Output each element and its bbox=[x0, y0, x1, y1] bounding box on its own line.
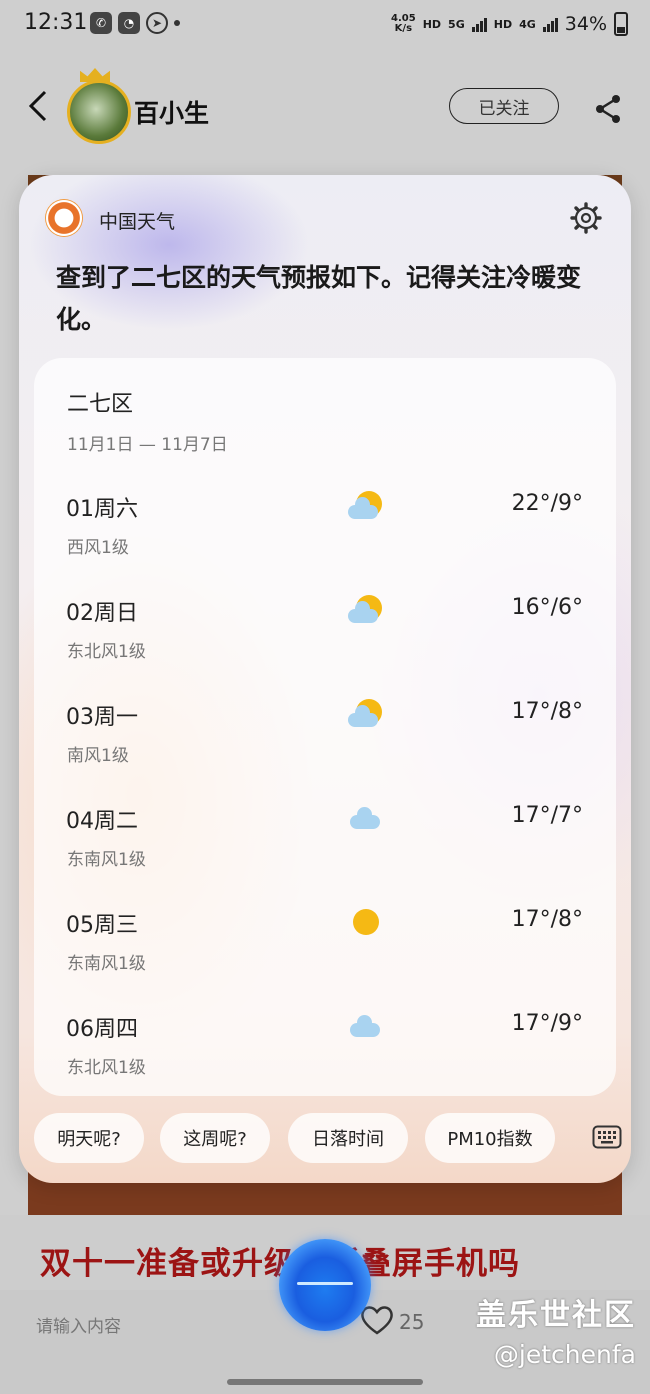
chip-this-week[interactable]: 这周呢? bbox=[160, 1113, 270, 1163]
forecast-day-row: 02周日 东北风1级 16°/6° bbox=[34, 595, 616, 699]
source-name: 中国天气 bbox=[99, 211, 176, 233]
day-label: 03周一 bbox=[66, 705, 138, 730]
post-header: 百小生 已关注 bbox=[0, 60, 650, 160]
chip-pm10[interactable]: PM10指数 bbox=[425, 1113, 555, 1163]
partly-cloudy-icon bbox=[348, 697, 384, 731]
chip-sunset[interactable]: 日落时间 bbox=[288, 1113, 408, 1163]
day-wind: 东北风1级 bbox=[67, 642, 146, 662]
assistant-answer: 查到了二七区的天气预报如下。记得关注冷暖变化。 bbox=[56, 263, 582, 334]
clock-notification-icon: ◔ bbox=[118, 12, 140, 34]
day-temp: 17°/7° bbox=[511, 803, 583, 828]
bixby-voice-orb-icon[interactable] bbox=[279, 1239, 371, 1331]
status-time: 12:31 bbox=[24, 10, 88, 35]
hd-label: HD bbox=[422, 17, 442, 31]
forecast-location: 二七区 bbox=[67, 392, 134, 417]
day-label: 06周四 bbox=[66, 1017, 138, 1042]
signal-icon-2 bbox=[542, 16, 558, 32]
gear-icon[interactable] bbox=[569, 201, 603, 239]
chip-tomorrow[interactable]: 明天呢? bbox=[34, 1113, 144, 1163]
partly-cloudy-icon bbox=[348, 489, 384, 523]
back-arrow-icon[interactable] bbox=[28, 90, 48, 128]
battery-percent: 34% bbox=[564, 13, 607, 35]
day-temp: 17°/8° bbox=[511, 699, 583, 724]
sun-icon bbox=[348, 905, 384, 939]
suggestion-chips: 明天呢? 这周呢? 日落时间 PM10指数 bbox=[34, 1113, 631, 1165]
day-label: 01周六 bbox=[66, 497, 138, 522]
notification-icons: ✆ ◔ ➤ bbox=[90, 12, 180, 34]
day-temp: 22°/9° bbox=[511, 491, 583, 516]
day-temp: 16°/6° bbox=[511, 595, 583, 620]
compass-notification-icon: ➤ bbox=[146, 12, 168, 34]
day-label: 05周三 bbox=[66, 913, 138, 938]
comment-input[interactable]: 请输入内容 bbox=[36, 1312, 121, 1337]
day-wind: 东南风1级 bbox=[67, 850, 146, 870]
forecast-day-row: 06周四 东北风1级 17°/9° bbox=[34, 1011, 616, 1115]
status-bar: 12:31 ✆ ◔ ➤ 4.05 K/s HD 5G HD 4G 34% bbox=[0, 0, 650, 50]
day-wind: 西风1级 bbox=[67, 538, 129, 558]
app-notification-icon: ✆ bbox=[90, 12, 112, 34]
watermark-handle: @jetchenfa bbox=[493, 1340, 636, 1369]
4g-label: 4G bbox=[519, 17, 536, 31]
5g-label: 5G bbox=[448, 17, 465, 31]
cloud-icon bbox=[348, 1009, 384, 1043]
day-temp: 17°/9° bbox=[511, 1011, 583, 1036]
assistant-weather-card: 中国天气 查到了二七区的天气预报如下。记得关注冷暖变化。 二七区 11月1日 —… bbox=[19, 175, 631, 1183]
day-wind: 南风1级 bbox=[67, 746, 129, 766]
hd-label-2: HD bbox=[493, 17, 513, 31]
watermark-title: 盖乐世社区 bbox=[476, 1298, 636, 1333]
status-right: 4.05 K/s HD 5G HD 4G 34% bbox=[391, 12, 628, 36]
day-temp: 17°/8° bbox=[511, 907, 583, 932]
china-weather-logo-icon bbox=[45, 199, 83, 237]
username[interactable]: 百小生 bbox=[134, 94, 209, 130]
avatar[interactable] bbox=[67, 80, 131, 144]
forecast-date-range: 11月1日 — 11月7日 bbox=[67, 435, 228, 455]
forecast-day-row: 04周二 东南风1级 17°/7° bbox=[34, 803, 616, 907]
battery-icon bbox=[614, 12, 628, 36]
day-label: 04周二 bbox=[66, 809, 138, 834]
signal-icon bbox=[471, 16, 487, 32]
share-icon[interactable] bbox=[594, 94, 622, 128]
more-notifications-dot bbox=[174, 20, 180, 26]
network-speed: 4.05 K/s bbox=[391, 13, 416, 34]
partly-cloudy-icon bbox=[348, 593, 384, 627]
day-label: 02周日 bbox=[66, 601, 138, 626]
forecast-day-row: 05周三 东南风1级 17°/8° bbox=[34, 907, 616, 1011]
forecast-day-row: 03周一 南风1级 17°/8° bbox=[34, 699, 616, 803]
day-wind: 东南风1级 bbox=[67, 954, 146, 974]
forecast-panel[interactable]: 二七区 11月1日 — 11月7日 01周六 西风1级 22°/9° 02周日 … bbox=[34, 358, 616, 1096]
cloud-icon bbox=[348, 801, 384, 835]
home-indicator[interactable] bbox=[227, 1379, 423, 1385]
like-count: 25 bbox=[399, 1310, 425, 1334]
watermark: 盖乐世社区 @jetchenfa bbox=[476, 1290, 636, 1369]
like-heart-icon[interactable] bbox=[360, 1304, 394, 1340]
keyboard-icon[interactable] bbox=[592, 1125, 622, 1153]
forecast-day-row: 01周六 西风1级 22°/9° bbox=[34, 491, 616, 595]
day-wind: 东北风1级 bbox=[67, 1058, 146, 1078]
follow-button[interactable]: 已关注 bbox=[449, 88, 559, 124]
